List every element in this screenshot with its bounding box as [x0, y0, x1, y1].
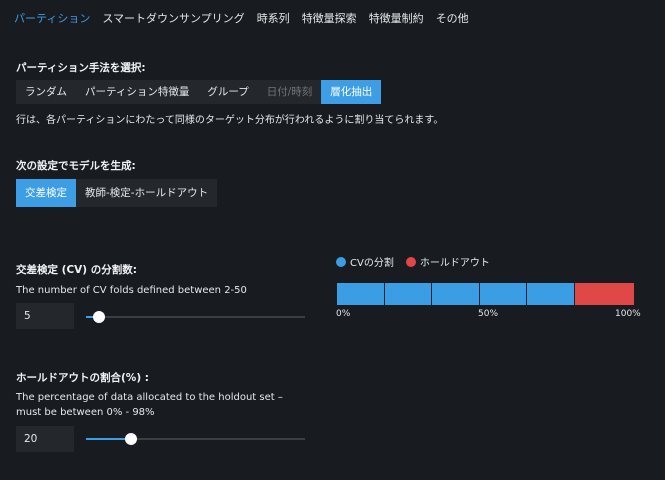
cv-fold-segment	[432, 283, 480, 305]
cv-fold-segment	[479, 283, 528, 305]
legend-cv-label: CVの分割	[350, 258, 394, 269]
cv-folds-title: 交差検定 (CV) の分割数:	[16, 264, 137, 276]
legend-holdout-label: ホールドアウト	[419, 258, 490, 269]
top-tabs: パーティション スマートダウンサンプリング 時系列 特徴量探索 特徴量制約 その…	[14, 10, 481, 26]
cv-folds-slider[interactable]	[86, 311, 305, 323]
holdout-slider[interactable]	[86, 433, 305, 445]
holdout-description: The percentage of data allocated to the …	[16, 392, 283, 418]
cross-validation-button[interactable]: 交差検定	[16, 179, 76, 207]
tab-partition[interactable]: パーティション	[14, 10, 90, 26]
tick-50: 50%	[478, 309, 499, 319]
partition-bar-chart	[336, 282, 635, 306]
holdout-color-dot	[405, 256, 416, 267]
tick-0: 0%	[336, 309, 351, 319]
method-stratified-button[interactable]: 層化抽出	[321, 80, 382, 104]
cv-color-dot	[336, 256, 346, 267]
cv-folds-input[interactable]	[16, 303, 74, 329]
tab-smart-downsampling[interactable]: スマートダウンサンプリング	[102, 10, 244, 26]
tick-100: 100%	[615, 309, 641, 319]
chart-legend: CVの分割 ホールドアウト	[336, 254, 502, 269]
legend-cv: CVの分割	[336, 254, 394, 269]
cv-fold-segment	[384, 283, 433, 305]
model-settings-title: 次の設定でモデルを生成:	[16, 160, 136, 172]
partition-description: 行は、各パーティションにわたって同様のターゲット分布が行われるように割り当てられ…	[16, 115, 444, 126]
holdout-segment	[574, 283, 634, 305]
partition-method-selector: ランダム パーティション特徴量 グループ 日付/時刻 層化抽出	[16, 80, 382, 104]
slider-track	[86, 316, 305, 318]
model-settings-selector: 交差検定 教師-検定-ホールドアウト	[16, 179, 218, 207]
cv-fold-segment	[527, 283, 575, 305]
slider-fill	[86, 438, 131, 440]
method-datetime-button[interactable]: 日付/時刻	[258, 80, 322, 104]
slider-thumb[interactable]	[124, 433, 137, 445]
legend-holdout: ホールドアウト	[405, 254, 490, 269]
cv-folds-description: The number of CV folds defined between 2…	[16, 285, 247, 296]
cv-fold-segment	[337, 283, 385, 305]
method-group-button[interactable]: グループ	[198, 80, 257, 104]
holdout-input[interactable]	[16, 426, 74, 452]
tab-other[interactable]: その他	[436, 10, 469, 26]
tab-feature-constraints[interactable]: 特徴量制約	[369, 10, 424, 26]
train-validation-holdout-button[interactable]: 教師-検定-ホールドアウト	[76, 179, 217, 207]
partition-method-title: パーティション手法を選択:	[16, 62, 146, 74]
tab-feature-discovery[interactable]: 特徴量探索	[302, 10, 357, 26]
method-partition-feature-button[interactable]: パーティション特徴量	[76, 80, 198, 104]
tab-time-series[interactable]: 時系列	[257, 10, 290, 26]
slider-thumb[interactable]	[93, 311, 106, 323]
holdout-title: ホールドアウトの割合(%) :	[16, 372, 149, 384]
method-random-button[interactable]: ランダム	[16, 80, 76, 104]
